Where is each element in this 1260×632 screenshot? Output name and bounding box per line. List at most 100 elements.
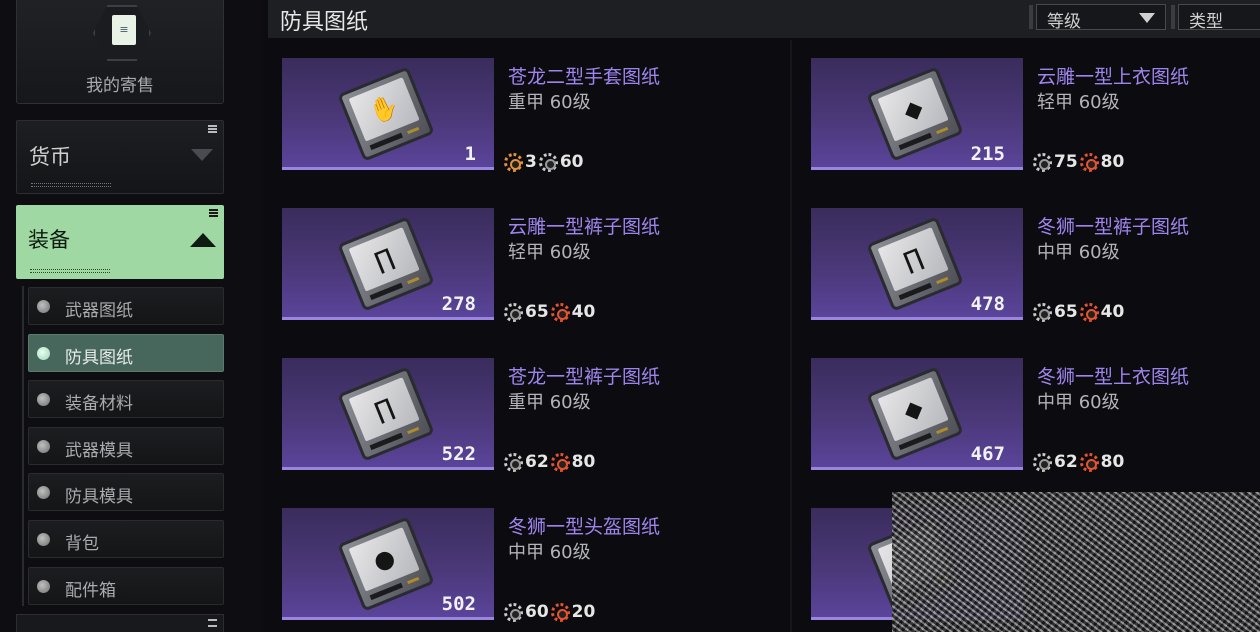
sidebar-item-label: 配件箱 [65, 581, 116, 601]
fine-print-decoration [31, 183, 111, 187]
item-card[interactable]: ● 502 冬狮一型头盔图纸 中甲 60级 60 20 [282, 508, 742, 628]
gloves-icon: ✋ [365, 90, 404, 128]
item-card[interactable]: ∏ 278 云雕一型裤子图纸 轻甲 60级 65 40 [282, 208, 742, 328]
sidebar-item-label: 防具图纸 [65, 348, 133, 368]
item-thumbnail: ∏ 278 [282, 208, 494, 320]
type-filter-dropdown[interactable]: 类型 [1171, 4, 1260, 32]
item-quantity: 215 [970, 143, 1005, 165]
item-quantity: 1 [464, 143, 476, 165]
chevron-up-icon [190, 233, 216, 247]
silver-gear-icon [1033, 452, 1052, 472]
item-card[interactable]: ◆ 467 冬狮一型上衣图纸 中甲 60级 62 80 [811, 358, 1260, 478]
dropdown-arrow-icon [1139, 13, 1155, 23]
sidebar-item-label: 武器模具 [65, 441, 133, 461]
blueprint-icon: ◆ [866, 66, 964, 162]
item-name: 冬狮一型裤子图纸 [1037, 216, 1190, 238]
item-name: 云雕一型上衣图纸 [1037, 66, 1190, 88]
item-card[interactable]: ∏ 478 冬狮一型裤子图纸 中甲 60级 65 40 [811, 208, 1260, 328]
pants-icon: ∏ [370, 242, 398, 276]
sidebar-item-label: 背包 [65, 534, 99, 554]
category-next[interactable] [16, 614, 224, 632]
my-sales-label: 我的寄售 [86, 76, 154, 96]
item-quantity: 522 [441, 443, 476, 465]
pants-icon: ∏ [899, 242, 927, 276]
item-thumbnail: ∏ 478 [811, 208, 1023, 320]
tree-connector [22, 286, 24, 606]
cost-value: 65 [525, 302, 549, 322]
grade-filter-dropdown[interactable]: 等级 [1029, 4, 1166, 32]
page-title: 防具图纸 [280, 10, 369, 35]
sidebar-item-armor-molds[interactable]: 防具模具 [28, 473, 224, 511]
item-costs: 3 60 [504, 150, 586, 174]
item-costs: 65 40 [504, 300, 597, 324]
item-info: 轻甲 60级 [1037, 92, 1120, 113]
item-thumbnail: ● 502 [282, 508, 494, 620]
item-quantity: 278 [441, 293, 476, 315]
item-quantity: 478 [970, 293, 1005, 315]
sidebar-item-weapon-molds[interactable]: 武器模具 [28, 427, 224, 465]
gold-gear-icon [504, 152, 523, 172]
bullet-icon [37, 440, 50, 453]
cost-value: 62 [525, 452, 549, 472]
item-thumbnail: ∏ 522 [282, 358, 494, 470]
menu-icon [208, 619, 217, 627]
item-card[interactable]: ✋ 1 苍龙二型手套图纸 重甲 60级 3 60 [282, 58, 742, 178]
cost-value: 20 [571, 602, 596, 622]
item-card[interactable]: ◆ 215 云雕一型上衣图纸 轻甲 60级 75 80 [811, 58, 1260, 178]
blueprint-icon: ∏ [337, 366, 435, 462]
bullet-icon [37, 347, 50, 360]
menu-icon [208, 125, 217, 133]
item-thumbnail: ✋ 1 [282, 58, 494, 170]
category-equipment[interactable]: 装备 [16, 205, 224, 279]
silver-gear-icon [504, 452, 523, 472]
cost-value: 40 [571, 302, 596, 322]
bullet-icon [37, 580, 50, 593]
cost-value: 80 [1100, 452, 1125, 472]
pants-icon: ∏ [370, 392, 398, 426]
bullet-icon [37, 393, 50, 406]
sidebar: ≡ 我的寄售 货币 装备 武器图纸 防具图纸 装备材料 武器模具 防具模具 背包 [0, 0, 262, 632]
red-gear-icon [1079, 452, 1099, 472]
cost-value: 40 [1100, 302, 1125, 322]
item-name: 冬狮一型上衣图纸 [1037, 366, 1190, 388]
item-info: 中甲 60级 [508, 542, 591, 563]
sidebar-item-label: 装备材料 [65, 394, 133, 414]
cost-value: 75 [1054, 152, 1078, 172]
item-costs: 62 80 [1033, 450, 1126, 474]
sidebar-item-backpack[interactable]: 背包 [28, 520, 224, 558]
item-costs: 60 20 [504, 600, 597, 624]
my-sales-button[interactable]: ≡ 我的寄售 [16, 0, 224, 104]
item-costs: 62 80 [504, 450, 597, 474]
item-card[interactable]: ∏ 522 苍龙一型裤子图纸 重甲 60级 62 80 [282, 358, 742, 478]
silver-gear-icon [1033, 302, 1052, 322]
header-bar: 防具图纸 等级 类型 [268, 0, 1260, 38]
column-divider [790, 40, 792, 632]
vest-icon: ◆ [899, 392, 927, 426]
category-currency-label: 货币 [29, 145, 71, 169]
chevron-down-icon [191, 149, 213, 161]
cost-value: 60 [525, 602, 549, 622]
item-info: 轻甲 60级 [508, 242, 591, 263]
item-info: 重甲 60级 [508, 392, 591, 413]
item-quantity: 467 [970, 443, 1005, 465]
bullet-icon [37, 300, 50, 313]
cost-value: 65 [1054, 302, 1078, 322]
category-currency[interactable]: 货币 [16, 120, 224, 194]
helmet-icon: ● [369, 542, 400, 577]
cost-value: 80 [571, 452, 596, 472]
red-gear-icon [550, 452, 570, 472]
sidebar-item-label: 防具模具 [65, 487, 133, 507]
type-filter-label: 类型 [1189, 12, 1223, 32]
item-costs: 65 40 [1033, 300, 1126, 324]
item-info: 中甲 60级 [1037, 242, 1120, 263]
bullet-icon [37, 533, 50, 546]
silver-gear-icon [1033, 152, 1052, 172]
blueprint-icon: ◆ [866, 366, 964, 462]
sidebar-item-equipment-materials[interactable]: 装备材料 [28, 380, 224, 418]
cost-value: 60 [559, 152, 584, 172]
sidebar-item-weapon-blueprints[interactable]: 武器图纸 [28, 287, 224, 325]
sidebar-item-attachment-box[interactable]: 配件箱 [28, 567, 224, 605]
sidebar-item-label: 武器图纸 [65, 301, 133, 321]
grade-filter-label: 等级 [1047, 12, 1081, 32]
sidebar-item-armor-blueprints[interactable]: 防具图纸 [28, 334, 224, 372]
